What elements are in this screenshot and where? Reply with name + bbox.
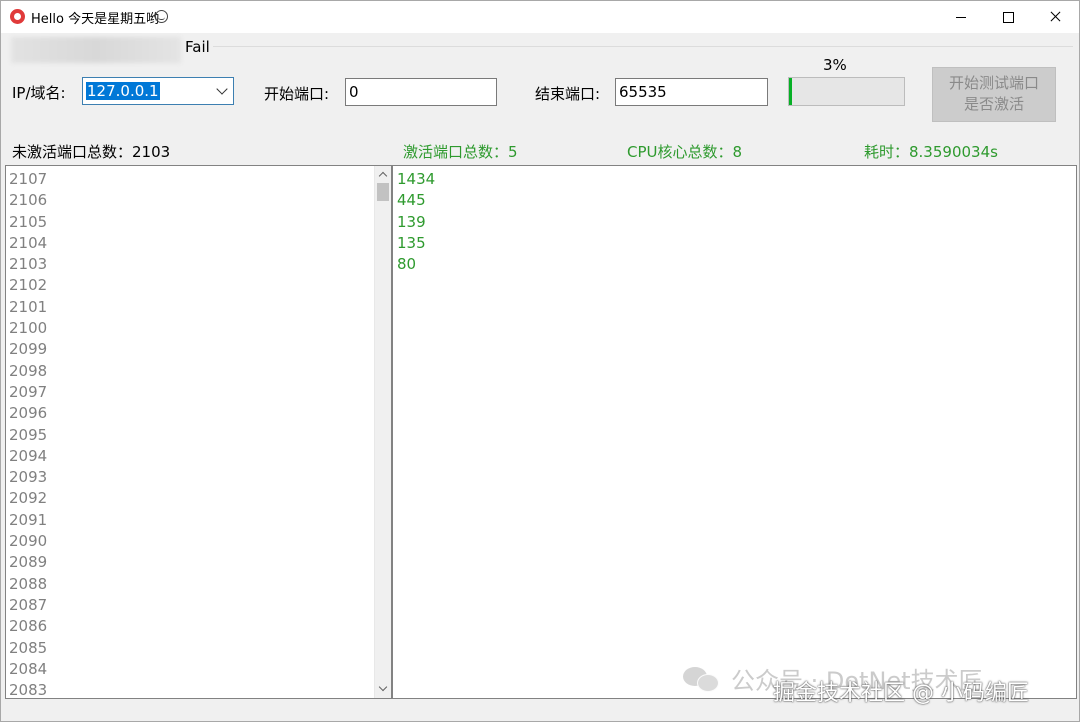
list-item[interactable]: 2089 (9, 552, 47, 573)
active-total-label: 激活端口总数：5 (403, 143, 518, 161)
maximize-button[interactable] (985, 1, 1031, 33)
minimize-button[interactable] (938, 1, 984, 33)
chevron-down-icon[interactable] (216, 83, 228, 95)
ip-label: IP/域名: (12, 84, 66, 102)
list-item[interactable]: 2099 (9, 339, 47, 360)
main-window: Hello 今天是星期五哟 Fail IP/域名: 127.0.0.1 开始端口… (0, 0, 1080, 722)
list-item[interactable]: 2105 (9, 212, 47, 233)
start-button-line2: 是否激活 (963, 95, 1024, 113)
title-bar[interactable]: Hello 今天是星期五哟 (1, 1, 1079, 33)
elapsed-time-label: 耗时：8.3590034s (864, 143, 998, 161)
watermark-text-2: 掘金技术社区 @ 小码编匠 (773, 681, 1029, 706)
close-button[interactable] (1032, 1, 1078, 33)
list-item[interactable]: 2085 (9, 638, 47, 659)
progress-percent: 3% (823, 56, 847, 74)
fail-status-label: Fail (185, 38, 210, 56)
list-item[interactable]: 2102 (9, 275, 47, 296)
list-item[interactable]: 2092 (9, 488, 47, 509)
list-item[interactable]: 2083 (9, 680, 47, 698)
list-item[interactable]: 445 (397, 190, 435, 211)
list-item[interactable]: 2107 (9, 169, 47, 190)
list-item[interactable]: 2101 (9, 297, 47, 318)
start-test-button[interactable]: 开始测试端口 是否激活 (932, 67, 1056, 122)
list-item[interactable]: 2098 (9, 361, 47, 382)
inactive-total-label: 未激活端口总数：2103 (12, 143, 171, 161)
active-ports-list[interactable]: 1434 445 139 135 80 (392, 165, 1077, 699)
list-item[interactable]: 2087 (9, 595, 47, 616)
smiley-face-icon (155, 10, 168, 23)
cpu-cores-label: CPU核心总数：8 (627, 143, 743, 161)
ip-value: 127.0.0.1 (86, 82, 160, 100)
scroll-down-icon[interactable] (375, 681, 391, 698)
vertical-scrollbar[interactable] (374, 166, 391, 698)
scroll-up-icon[interactable] (375, 166, 391, 183)
list-item[interactable]: 2084 (9, 659, 47, 680)
start-port-label: 开始端口: (264, 85, 330, 103)
list-item[interactable]: 2088 (9, 574, 47, 595)
window-title: Hello 今天是星期五哟 (31, 12, 160, 27)
ip-combobox[interactable]: 127.0.0.1 (82, 77, 234, 105)
list-item[interactable]: 2097 (9, 382, 47, 403)
wechat-icon (683, 665, 723, 693)
list-item[interactable]: 1434 (397, 169, 435, 190)
list-item[interactable]: 2091 (9, 510, 47, 531)
list-item[interactable]: 80 (397, 254, 435, 275)
list-item[interactable]: 135 (397, 233, 435, 254)
list-item[interactable]: 2106 (9, 190, 47, 211)
start-button-line1: 开始测试端口 (948, 74, 1039, 92)
end-port-label: 结束端口: (535, 85, 601, 103)
list-item[interactable]: 139 (397, 212, 435, 233)
list-item[interactable]: 2094 (9, 446, 47, 467)
scroll-thumb[interactable] (377, 183, 389, 201)
inactive-ports-list[interactable]: 2107 2106 2105 2104 2103 2102 2101 2100 2099 2098… (5, 165, 392, 699)
active-ports-items: 1434 445 139 135 80 (397, 169, 435, 275)
end-port-input[interactable]: 65535 (615, 78, 768, 106)
blurred-region (11, 37, 181, 63)
list-item[interactable]: 2093 (9, 467, 47, 488)
list-item[interactable]: 2086 (9, 616, 47, 637)
app-logo-icon (10, 9, 25, 24)
list-item[interactable]: 2104 (9, 233, 47, 254)
list-item[interactable]: 2103 (9, 254, 47, 275)
list-item[interactable]: 2090 (9, 531, 47, 552)
progress-fill (789, 78, 793, 105)
start-port-input[interactable]: 0 (345, 78, 497, 106)
list-item[interactable]: 2100 (9, 318, 47, 339)
group-divider (213, 46, 1073, 47)
inactive-ports-items: 2107 2106 2105 2104 2103 2102 2101 2100 2099 2098… (9, 169, 47, 698)
list-item[interactable]: 2095 (9, 425, 47, 446)
list-item[interactable]: 2096 (9, 403, 47, 424)
progress-bar (788, 77, 905, 106)
